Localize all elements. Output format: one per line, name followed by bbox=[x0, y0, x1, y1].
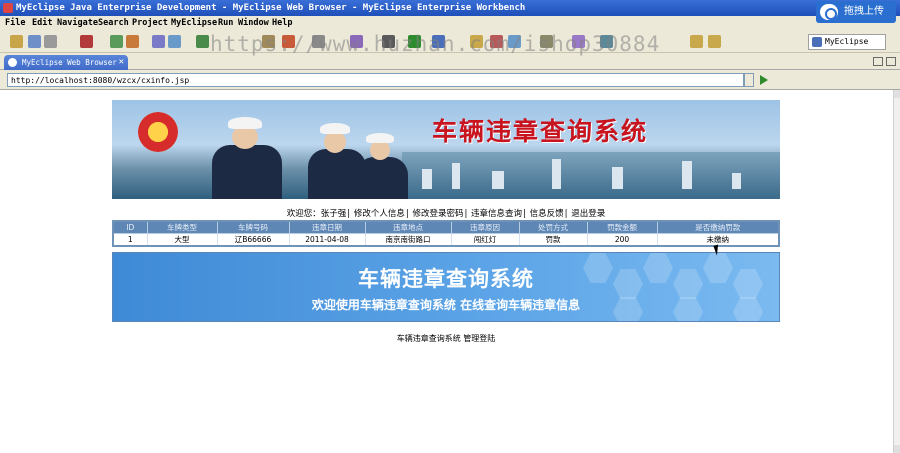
new-icon[interactable] bbox=[10, 35, 23, 48]
column-header: 违章原因 bbox=[450, 220, 520, 234]
column-header: 车牌号码 bbox=[216, 220, 290, 234]
upload-label: 拖拽上传 bbox=[844, 6, 884, 17]
deploy-icon[interactable] bbox=[152, 35, 165, 48]
window-title: MyEclipse Java Enterprise Development - … bbox=[16, 3, 526, 13]
save-icon[interactable] bbox=[28, 35, 41, 48]
table-cell: 200 bbox=[586, 233, 658, 247]
column-header: 违章日期 bbox=[288, 220, 366, 234]
table-cell: 罚款 bbox=[518, 233, 588, 247]
column-header: 处罚方式 bbox=[518, 220, 588, 234]
table-cell: 南京南街路口 bbox=[364, 233, 452, 247]
debug-icon[interactable] bbox=[110, 35, 123, 48]
table-cell: 大型 bbox=[146, 233, 218, 247]
menu-bar: File Edit Navigate Search Project MyEcli… bbox=[0, 16, 900, 31]
table-cell: 2011-04-08 bbox=[288, 233, 366, 247]
scroll-down-icon[interactable] bbox=[894, 445, 900, 453]
nav-link-edit-profile[interactable]: 修改个人信息 bbox=[354, 209, 405, 219]
page-footer: 车辆违章查询系统 管理登陆 bbox=[112, 333, 780, 344]
column-header: 车牌类型 bbox=[146, 220, 218, 234]
nav-link-feedback[interactable]: 信息反馈 bbox=[530, 209, 564, 219]
nav-link-change-password[interactable]: 修改登录密码 bbox=[412, 209, 463, 219]
back-icon[interactable] bbox=[690, 35, 703, 48]
police-emblem-icon bbox=[138, 112, 178, 152]
menu-file[interactable]: File bbox=[5, 16, 25, 31]
print-icon[interactable] bbox=[44, 35, 57, 48]
minimize-icon[interactable] bbox=[873, 57, 883, 66]
menu-window[interactable]: Window bbox=[238, 16, 269, 31]
new-server-icon[interactable] bbox=[196, 35, 209, 48]
tab-web-browser[interactable]: MyEclipse Web Browser ✕ bbox=[4, 55, 128, 70]
url-dropdown[interactable] bbox=[744, 73, 754, 87]
menu-project[interactable]: Project bbox=[132, 16, 168, 31]
upload-button[interactable]: 拖拽上传 bbox=[816, 1, 896, 23]
perspective-switcher[interactable]: MyEclipse ... bbox=[808, 34, 886, 60]
officer-image bbox=[352, 127, 412, 199]
welcome-banner-subtitle: 欢迎使用车辆违章查询系统 在线查询车辆违章信息 bbox=[311, 298, 581, 312]
table-cell: 辽B66666 bbox=[216, 233, 290, 247]
menu-edit[interactable]: Edit bbox=[32, 16, 52, 31]
browser-icon[interactable] bbox=[168, 35, 181, 48]
footer-text: 车辆违章查询系统 bbox=[396, 334, 461, 343]
column-header: ID bbox=[112, 220, 148, 234]
address-bar bbox=[0, 70, 900, 157]
banner-title: 车辆违章查询系统 bbox=[432, 117, 649, 146]
welcome-banner-title: 车辆违章查询系统 bbox=[358, 267, 534, 291]
url-input[interactable] bbox=[7, 73, 744, 87]
menu-run[interactable]: Run bbox=[218, 16, 233, 31]
cloud-upload-icon bbox=[820, 4, 838, 20]
go-icon[interactable] bbox=[760, 75, 768, 85]
column-header: 是否缴纳罚款 bbox=[656, 220, 780, 234]
globe-icon bbox=[8, 58, 17, 67]
vertical-scrollbar[interactable] bbox=[893, 90, 900, 453]
watermark: https://www.huzhan.com/ishop30884 bbox=[210, 32, 661, 56]
table-cell: 闯红灯 bbox=[450, 233, 520, 247]
menu-navigate[interactable]: Navigate bbox=[57, 16, 98, 31]
welcome-text: 欢迎您：张子强 bbox=[286, 209, 347, 219]
table-header-row: ID 车牌类型 车牌号码 违章日期 违章地点 违章原因 处罚方式 罚款金额 是否… bbox=[112, 220, 780, 234]
nav-link-violation-query[interactable]: 违章信息查询 bbox=[471, 209, 522, 219]
menu-myeclipse[interactable]: MyEclipse bbox=[171, 16, 217, 31]
city-skyline-image bbox=[402, 152, 780, 199]
officer-image bbox=[202, 109, 292, 199]
user-nav: 欢迎您：张子强| 修改个人信息| 修改登录密码| 违章信息查询| 信息反馈| 退… bbox=[286, 209, 606, 219]
admin-login-link[interactable]: 管理登陆 bbox=[463, 334, 495, 343]
table-row: 1 大型 辽B66666 2011-04-08 南京南街路口 闯红灯 罚款 20… bbox=[112, 233, 780, 247]
server-icon[interactable] bbox=[126, 35, 139, 48]
welcome-banner: 车辆违章查询系统 欢迎使用车辆违章查询系统 在线查询车辆违章信息 bbox=[112, 252, 780, 322]
column-header: 违章地点 bbox=[364, 220, 452, 234]
close-icon[interactable]: ✕ bbox=[119, 55, 124, 70]
open-type-icon[interactable] bbox=[80, 35, 93, 48]
scroll-up-icon[interactable] bbox=[894, 90, 900, 98]
tab-label: MyEclipse Web Browser bbox=[22, 58, 117, 67]
violations-table: ID 车牌类型 车牌号码 违章日期 违章地点 违章原因 处罚方式 罚款金额 是否… bbox=[112, 220, 780, 247]
myeclipse-app-icon bbox=[3, 3, 13, 13]
header-banner: 车辆违章查询系统 bbox=[112, 100, 780, 199]
table-cell: 1 bbox=[112, 233, 148, 247]
nav-link-logout[interactable]: 退出登录 bbox=[571, 209, 605, 219]
column-header: 罚款金额 bbox=[586, 220, 658, 234]
menu-search[interactable]: Search bbox=[98, 16, 129, 31]
maximize-icon[interactable] bbox=[886, 57, 896, 66]
menu-help[interactable]: Help bbox=[272, 16, 292, 31]
window-title-bar: MyEclipse Java Enterprise Development - … bbox=[0, 0, 900, 16]
forward-icon[interactable] bbox=[708, 35, 721, 48]
